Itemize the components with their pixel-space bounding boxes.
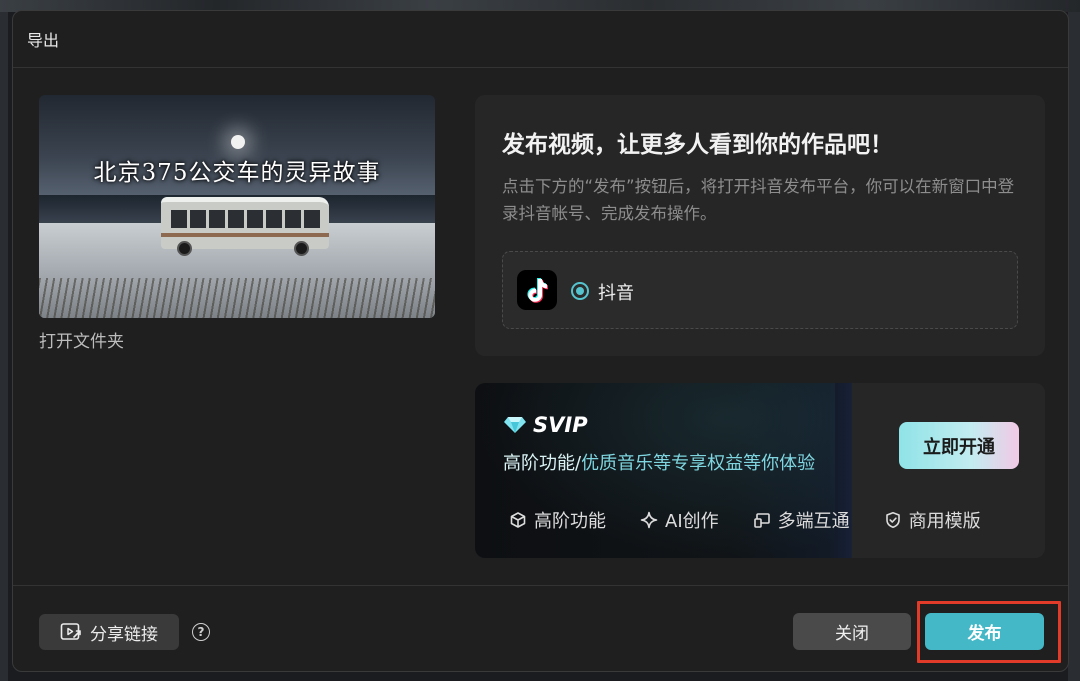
feature-commercial: 商用模版 [884,507,981,533]
feature-label: 多端互通 [777,511,850,532]
dialog-header: 导出 [13,11,1068,68]
svip-features: 高阶功能 AI创作 多端互通 商用模版 [509,507,1025,533]
svip-description: 高阶功能/优质音乐等专享权益等你体验 [503,449,815,475]
publish-button[interactable]: 发布 [925,613,1044,650]
dialog-title: 导出 [27,31,60,50]
shield-check-icon [885,511,900,529]
activate-svip-button[interactable]: 立即开通 [899,422,1019,469]
platform-label: 抖音 [598,283,634,304]
help-icon[interactable]: ? [192,623,210,641]
feature-label: AI创作 [665,511,719,532]
feature-multidevice: 多端互通 [753,507,850,533]
svip-desc-main: 优质音乐等专享权益等你体验 [581,453,816,474]
cube-icon [510,512,526,528]
share-video-icon [60,623,81,640]
tiktok-logo-icon [517,270,557,310]
feature-label: 商用模版 [908,511,981,532]
svip-panel: SVIP 高阶功能/优质音乐等专享权益等你体验 立即开通 高阶功能 AI创作 多… [475,383,1045,558]
publish-title: 发布视频，让更多人看到你的作品吧！ [502,132,893,158]
close-button[interactable]: 关闭 [793,613,911,650]
diamond-icon [504,417,526,433]
thumbnail-caption: 北京375公交车的灵异故事 [93,160,381,186]
svip-desc-prefix: 高阶功能/ [503,453,582,474]
feature-advanced: 高阶功能 [509,507,606,533]
feature-label: 高阶功能 [534,511,606,532]
platform-radio[interactable] [571,282,589,300]
publish-panel: 发布视频，让更多人看到你的作品吧！ 点击下方的“发布”按钮后，将打开抖音发布平台… [475,95,1045,356]
svip-brand: SVIP [503,413,588,437]
video-thumbnail: 北京375公交车的灵异故事 [39,95,435,318]
export-dialog: 导出 北京375公交车的灵异故事 打开文件夹 发布视频，让更多人看到你的作品吧！… [12,10,1069,672]
share-link-label: 分享链接 [90,624,158,644]
thumbnail-bus [161,197,329,256]
thumbnail-moon [231,135,245,149]
platform-option-douyin[interactable]: 抖音 [502,251,1018,329]
multi-device-icon [753,513,770,528]
open-folder-link[interactable]: 打开文件夹 [39,327,124,352]
sparkle-icon [640,511,658,529]
share-link-button[interactable]: 分享链接 [39,614,179,650]
publish-description: 点击下方的“发布”按钮后，将打开抖音发布平台，你可以在新窗口中登录抖音帐号、完成… [502,177,1015,223]
dialog-footer: 分享链接 ? 关闭 发布 [13,585,1068,671]
thumbnail-grass [39,278,435,318]
feature-ai: AI创作 [640,507,719,533]
svip-label: SVIP [533,413,588,437]
